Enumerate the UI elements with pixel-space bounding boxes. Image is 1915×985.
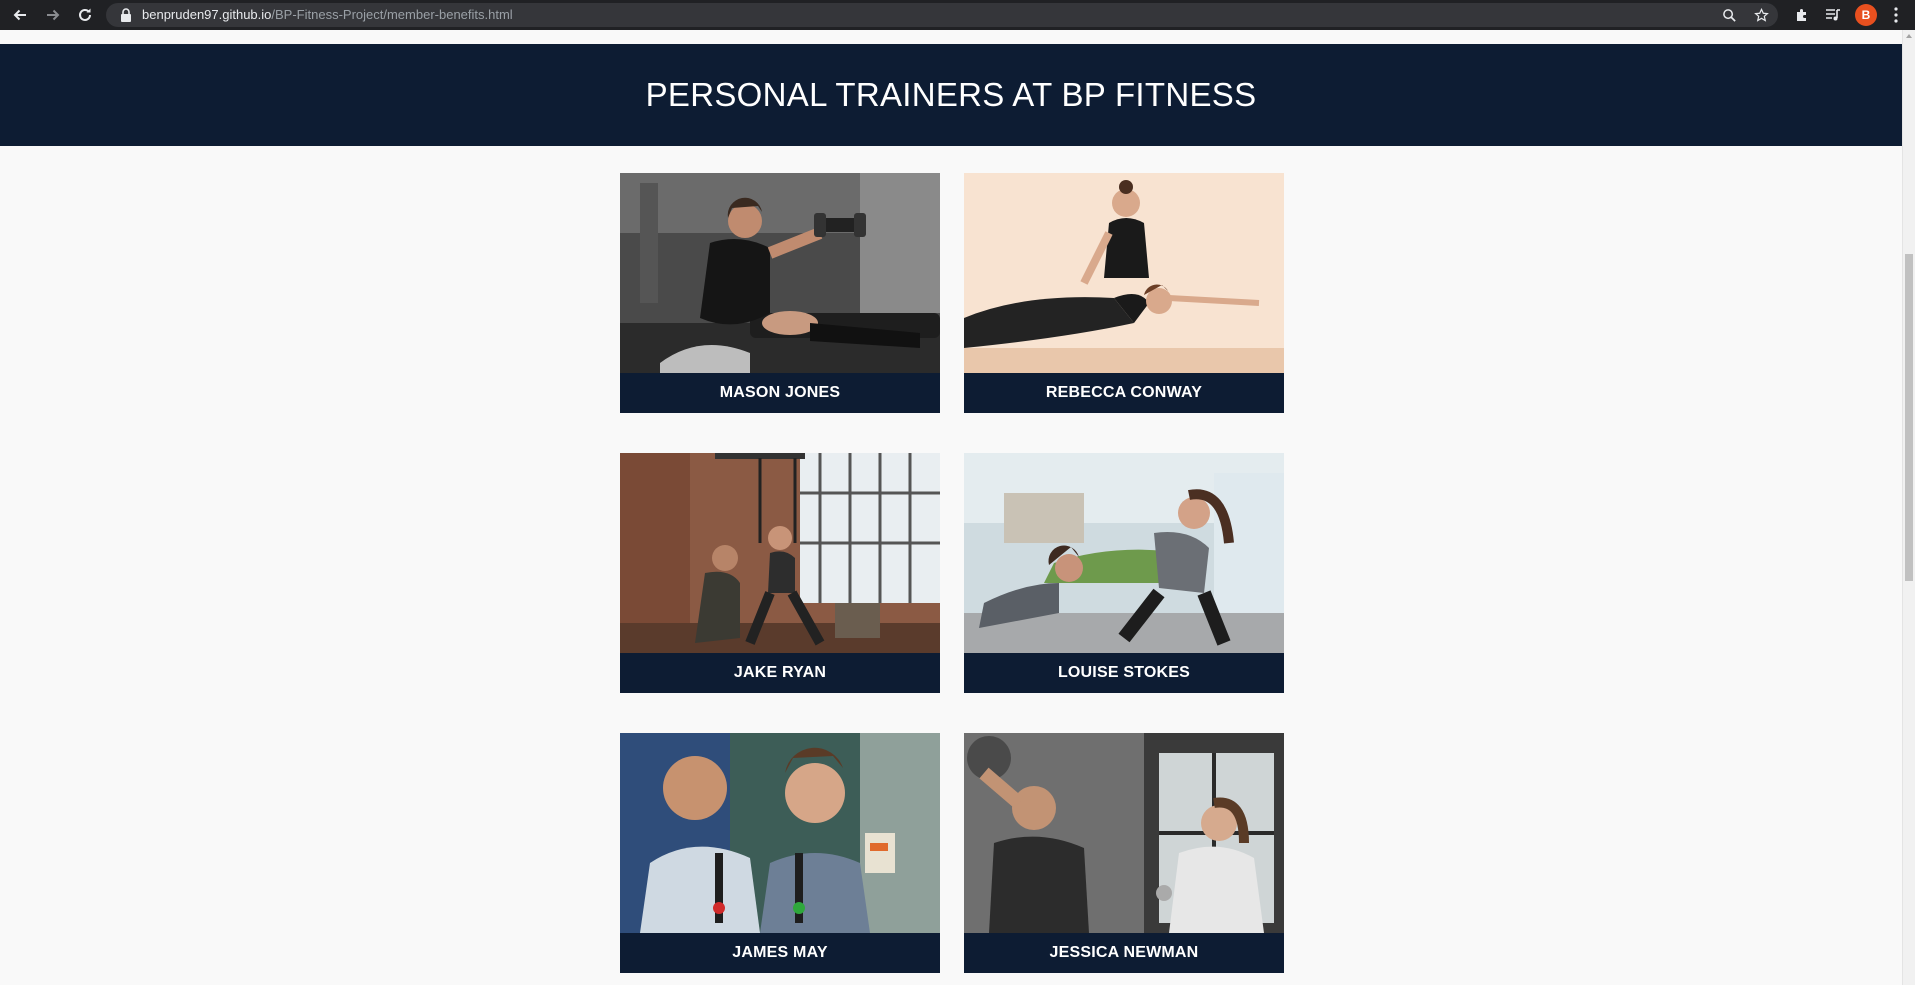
trainer-photo [620,453,940,653]
scroll-up-arrow-icon[interactable] [1906,34,1912,38]
back-button[interactable] [9,4,31,26]
trainer-photo [964,733,1284,933]
trainer-name: LOUISE STOKES [1057,664,1191,681]
scroll-thumb[interactable] [1905,254,1913,581]
extensions-icon [1797,9,1806,21]
media-icon [1826,9,1840,21]
url-path: /BP-Fitness-Project/member-benefits.html [271,7,513,22]
trainer-card[interactable]: LOUISE STOKES [964,453,1284,693]
address-bar[interactable]: benpruden97.github.io/BP-Fitness-Project… [106,3,1778,27]
extensions-button[interactable] [1792,5,1812,25]
trainer-name: MASON JONES [719,384,841,401]
reload-icon [79,8,91,21]
menu-icon [1894,7,1898,23]
trainer-name: REBECCA CONWAY [1045,384,1203,401]
reload-button[interactable] [74,4,96,26]
trainer-card[interactable]: MASON JONES [620,173,940,413]
forward-icon [47,9,60,21]
trainer-card[interactable]: JAMES MAY [620,733,940,973]
trainer-card[interactable]: JESSICA NEWMAN [964,733,1284,973]
trainer-photo [964,173,1284,373]
back-icon [13,9,26,21]
url-text: benpruden97.github.io/BP-Fitness-Project… [142,3,513,27]
trainer-photo [620,733,940,933]
trainer-photo [620,173,940,373]
trainer-photo [964,453,1284,653]
bookmark-star-icon [1753,7,1769,22]
zoom-button[interactable] [1720,6,1738,24]
browser-toolbar: benpruden97.github.io/BP-Fitness-Project… [0,0,1915,30]
page-header-banner: PERSONAL TRAINERS AT BP FITNESS [0,44,1902,146]
trainer-name: JAKE RYAN [733,664,827,681]
media-control-button[interactable] [1823,5,1843,25]
trainer-card[interactable]: REBECCA CONWAY [964,173,1284,413]
bookmark-button[interactable] [1752,6,1770,24]
url-host: benpruden97.github.io [142,7,272,22]
trainer-card[interactable]: JAKE RYAN [620,453,940,693]
menu-button[interactable] [1886,5,1906,25]
page-scrollbar[interactable] [1902,30,1915,985]
zoom-icon [1722,8,1736,22]
lock-icon [121,8,131,22]
forward-button[interactable] [42,4,64,26]
trainer-name: JESSICA NEWMAN [1049,944,1199,961]
page-title: PERSONAL TRAINERS AT BP FITNESS [645,76,1257,113]
profile-avatar[interactable]: B [1855,4,1877,26]
trainer-name: JAMES MAY [732,944,828,961]
